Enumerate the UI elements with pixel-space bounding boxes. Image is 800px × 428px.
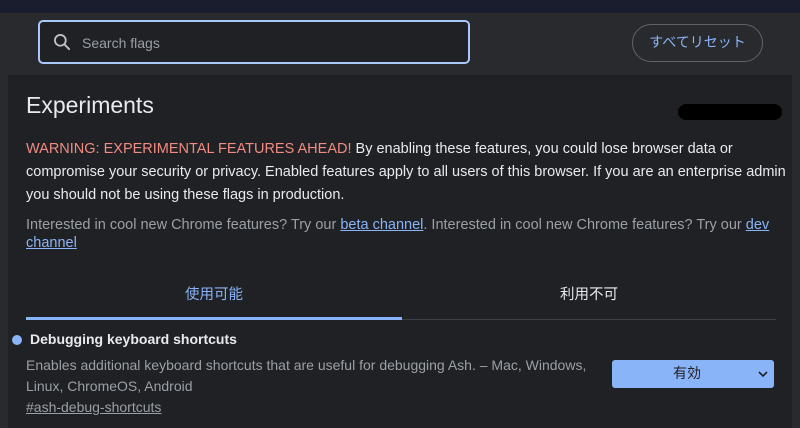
flag-state-select[interactable]: 有効 [612, 360, 774, 388]
window-top-strip [0, 0, 800, 13]
flag-permalink[interactable]: #ash-debug-shortcuts [26, 399, 161, 415]
tab-unavailable[interactable]: 利用不可 [402, 284, 776, 320]
page-title: Experiments [26, 92, 154, 118]
flag-modified-indicator [12, 335, 22, 345]
tab-selected-indicator [26, 317, 402, 320]
search-input[interactable] [80, 30, 464, 56]
warning-label: WARNING: EXPERIMENTAL FEATURES AHEAD! [26, 141, 352, 157]
flag-state-value: 有効 [673, 366, 701, 382]
warning-message: WARNING: EXPERIMENTAL FEATURES AHEAD! By… [26, 138, 786, 207]
channel-promo: Interested in cool new Chrome features? … [26, 216, 786, 252]
flag-description: Enables additional keyboard shortcuts th… [26, 357, 587, 394]
header-bar: すべてリセット [0, 13, 800, 75]
search-box[interactable] [38, 20, 470, 64]
reset-all-button[interactable]: すべてリセット [632, 24, 763, 62]
beta-channel-link[interactable]: beta channel [340, 217, 423, 233]
tab-available[interactable]: 使用可能 [26, 284, 402, 320]
channel-promo-text-2: . Interested in cool new Chrome features… [423, 217, 746, 233]
chevron-down-icon [758, 371, 768, 378]
right-gutter [792, 75, 800, 428]
search-icon [54, 34, 71, 51]
channel-promo-text-1: Interested in cool new Chrome features? … [26, 217, 341, 233]
redacted-region [678, 104, 782, 120]
flag-name: Debugging keyboard shortcuts [30, 331, 237, 347]
left-gutter [0, 75, 8, 428]
